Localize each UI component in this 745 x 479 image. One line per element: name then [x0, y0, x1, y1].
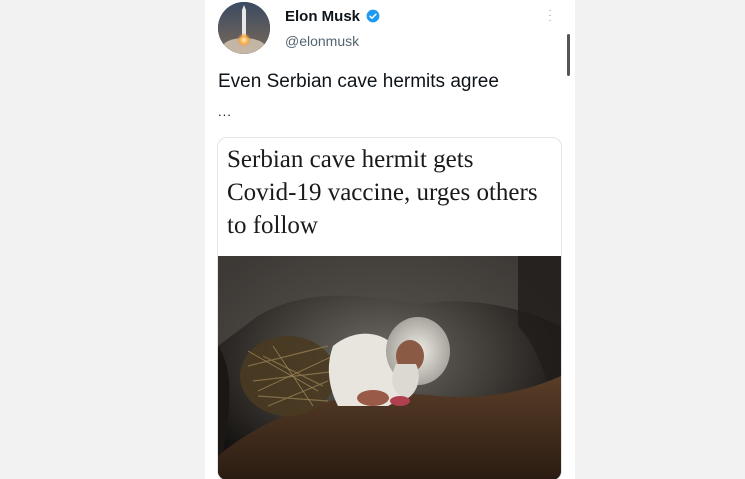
- author-handle[interactable]: @elonmusk: [285, 33, 359, 49]
- avatar[interactable]: [218, 2, 270, 54]
- cave-hermit-photo: [218, 256, 561, 479]
- rocket-avatar-image: [218, 2, 270, 54]
- tweet-text-ellipsis: ...: [218, 104, 232, 119]
- article-headline[interactable]: Serbian cave hermit gets Covid-19 vaccin…: [227, 143, 547, 242]
- more-options-icon[interactable]: · · ·: [545, 6, 555, 26]
- article-card[interactable]: Serbian cave hermit gets Covid-19 vaccin…: [217, 137, 562, 479]
- verified-badge-icon: [366, 9, 380, 23]
- author-display-name[interactable]: Elon Musk: [285, 8, 360, 25]
- scrollbar-thumb[interactable]: [567, 34, 570, 76]
- tweet-text: Even Serbian cave hermits agree: [218, 71, 499, 92]
- tweet-card[interactable]: Elon Musk @elonmusk · · · Even Serbian cav…: [205, 0, 575, 479]
